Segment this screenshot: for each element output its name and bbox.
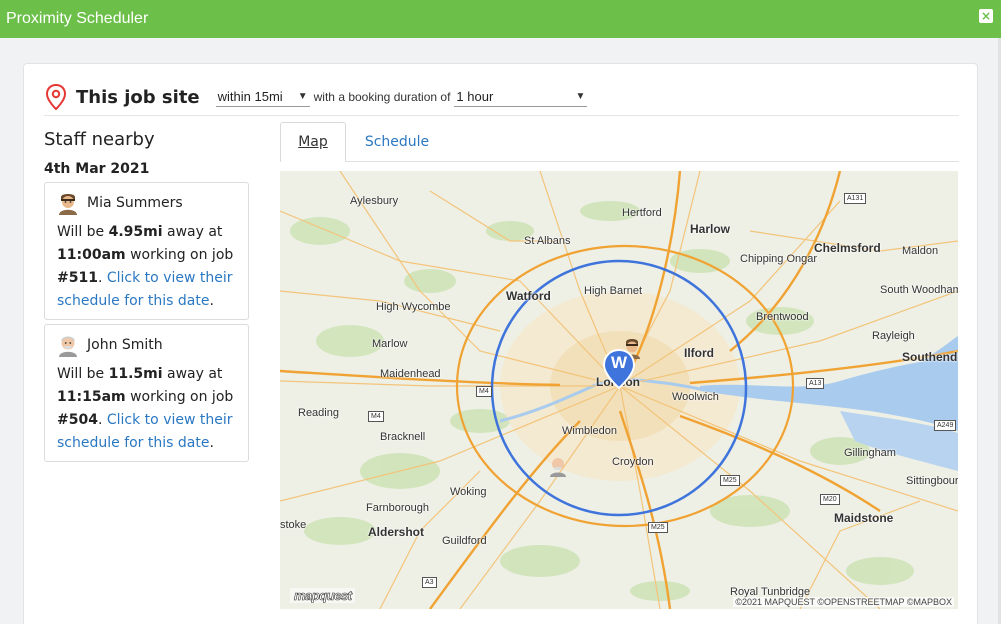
- scheduler-panel: This job site within 15mi ▼ with a booki…: [23, 63, 978, 624]
- duration-select[interactable]: 1 hour ▼: [454, 87, 588, 107]
- map-attribution: ©2021 MAPQUEST ©OPENSTREETMAP ©MAPBOX: [733, 597, 954, 607]
- staff-map-marker-icon[interactable]: [548, 455, 568, 477]
- job-site-marker-icon[interactable]: W: [602, 348, 636, 390]
- map-place-label: Harlow: [690, 222, 731, 236]
- window-title-bar: Proximity Scheduler ×: [0, 0, 1001, 38]
- staff-card: John Smith Will be 11.5mi away at 11:15a…: [44, 324, 249, 462]
- person-avatar-icon: [59, 336, 77, 357]
- close-icon[interactable]: ×: [979, 9, 993, 23]
- window-title: Proximity Scheduler: [6, 10, 149, 27]
- staff-details: Will be 11.5mi away at 11:15am working o…: [57, 366, 234, 451]
- away-at-text: away at: [167, 224, 223, 240]
- map-place-label: Ilford: [684, 346, 714, 360]
- chevron-down-icon: ▼: [297, 91, 308, 102]
- map-place-label: Chipping Ongar: [740, 253, 818, 265]
- map-place-label: Marlow: [372, 338, 408, 350]
- road-shield: M20: [820, 494, 840, 505]
- map-place-label: Bracknell: [380, 431, 426, 443]
- will-be-text: Will be: [57, 224, 105, 240]
- map-place-label: Gillingham: [844, 447, 896, 459]
- map-place-label: St Albans: [524, 235, 571, 247]
- staff-nearby-heading: Staff nearby: [44, 129, 155, 150]
- road-shield: M4: [476, 386, 492, 397]
- staff-card-header: John Smith: [57, 333, 236, 357]
- map-pin-icon: [45, 84, 67, 110]
- road-shield: M4: [368, 411, 384, 422]
- map-place-label: Croydon: [612, 456, 654, 468]
- duration-select-value: 1 hour: [456, 89, 494, 104]
- map-place-label: Watford: [506, 289, 551, 303]
- radius-select-value: within 15mi: [217, 89, 283, 104]
- road-shield: M25: [648, 522, 668, 533]
- working-on-text: working on job: [130, 247, 234, 263]
- staff-card-header: Mia Summers: [57, 191, 236, 215]
- chevron-down-icon: ▼: [575, 91, 586, 102]
- map-place-label: Woolwich: [672, 391, 719, 403]
- map-place-label: High Wycombe: [376, 301, 451, 313]
- map-place-label: Reading: [298, 407, 339, 419]
- schedule-date: 4th Mar 2021: [44, 161, 150, 177]
- working-on-text: working on job: [130, 389, 234, 405]
- mapquest-logo: mapquest: [290, 588, 356, 603]
- job-site-header: This job site within 15mi ▼ with a booki…: [44, 84, 959, 116]
- road-shield: M25: [720, 475, 740, 486]
- map-place-label: South Woodham Ferrers: [880, 284, 958, 296]
- map-place-label: Guildford: [442, 535, 487, 547]
- map-place-label: Woking: [450, 486, 487, 498]
- tab-map[interactable]: Map: [280, 122, 346, 162]
- staff-distance: 4.95mi: [108, 224, 163, 240]
- map-place-label: Farnborough: [366, 502, 429, 514]
- staff-card: Mia Summers Will be 4.95mi away at 11:00…: [44, 182, 249, 320]
- tab-schedule[interactable]: Schedule: [352, 122, 442, 162]
- map-place-label: Maidenhead: [380, 368, 441, 380]
- staff-name: John Smith: [87, 337, 163, 353]
- map-place-label: Wimbledon: [562, 425, 618, 437]
- map-place-label: High Barnet: [584, 285, 643, 297]
- map-place-label: Brentwood: [756, 311, 809, 323]
- page-title: This job site: [76, 87, 200, 108]
- map-place-label: Maldon: [902, 245, 939, 257]
- road-shield: A3: [422, 577, 437, 588]
- job-site-marker-label: W: [610, 353, 628, 372]
- map-place-label: Aylesbury: [350, 195, 399, 207]
- map-place-label: stoke: [280, 519, 307, 531]
- map-place-label: Maidstone: [834, 511, 894, 525]
- view-tabs: Map Schedule: [280, 122, 959, 162]
- map-place-label: Hertford: [622, 207, 662, 219]
- will-be-text: Will be: [57, 366, 105, 382]
- map-place-label: Aldershot: [368, 525, 425, 539]
- road-shield: A13: [806, 378, 825, 389]
- staff-distance: 11.5mi: [108, 366, 163, 382]
- duration-label: with a booking duration of: [313, 90, 451, 104]
- staff-details: Will be 4.95mi away at 11:00am working o…: [57, 224, 234, 309]
- staff-time: 11:15am: [57, 389, 126, 405]
- staff-time: 11:00am: [57, 247, 126, 263]
- map-place-label: Chelmsford: [814, 241, 881, 255]
- road-shield: A131: [844, 193, 867, 204]
- radius-select[interactable]: within 15mi ▼: [215, 87, 310, 107]
- job-number: #511: [57, 270, 98, 286]
- staff-name: Mia Summers: [87, 195, 183, 211]
- map-canvas: [280, 171, 958, 609]
- away-at-text: away at: [167, 366, 223, 382]
- person-avatar-icon: [59, 194, 77, 215]
- map-place-label: Southend-on-Sea: [902, 350, 958, 364]
- job-number: #504: [57, 412, 98, 428]
- map-place-label: Sittingbour: [906, 475, 958, 487]
- map-place-label: Rayleigh: [872, 330, 915, 342]
- proximity-map[interactable]: Aylesbury Hertford Harlow St Albans Chel…: [280, 171, 958, 609]
- road-shield: A249: [934, 420, 957, 431]
